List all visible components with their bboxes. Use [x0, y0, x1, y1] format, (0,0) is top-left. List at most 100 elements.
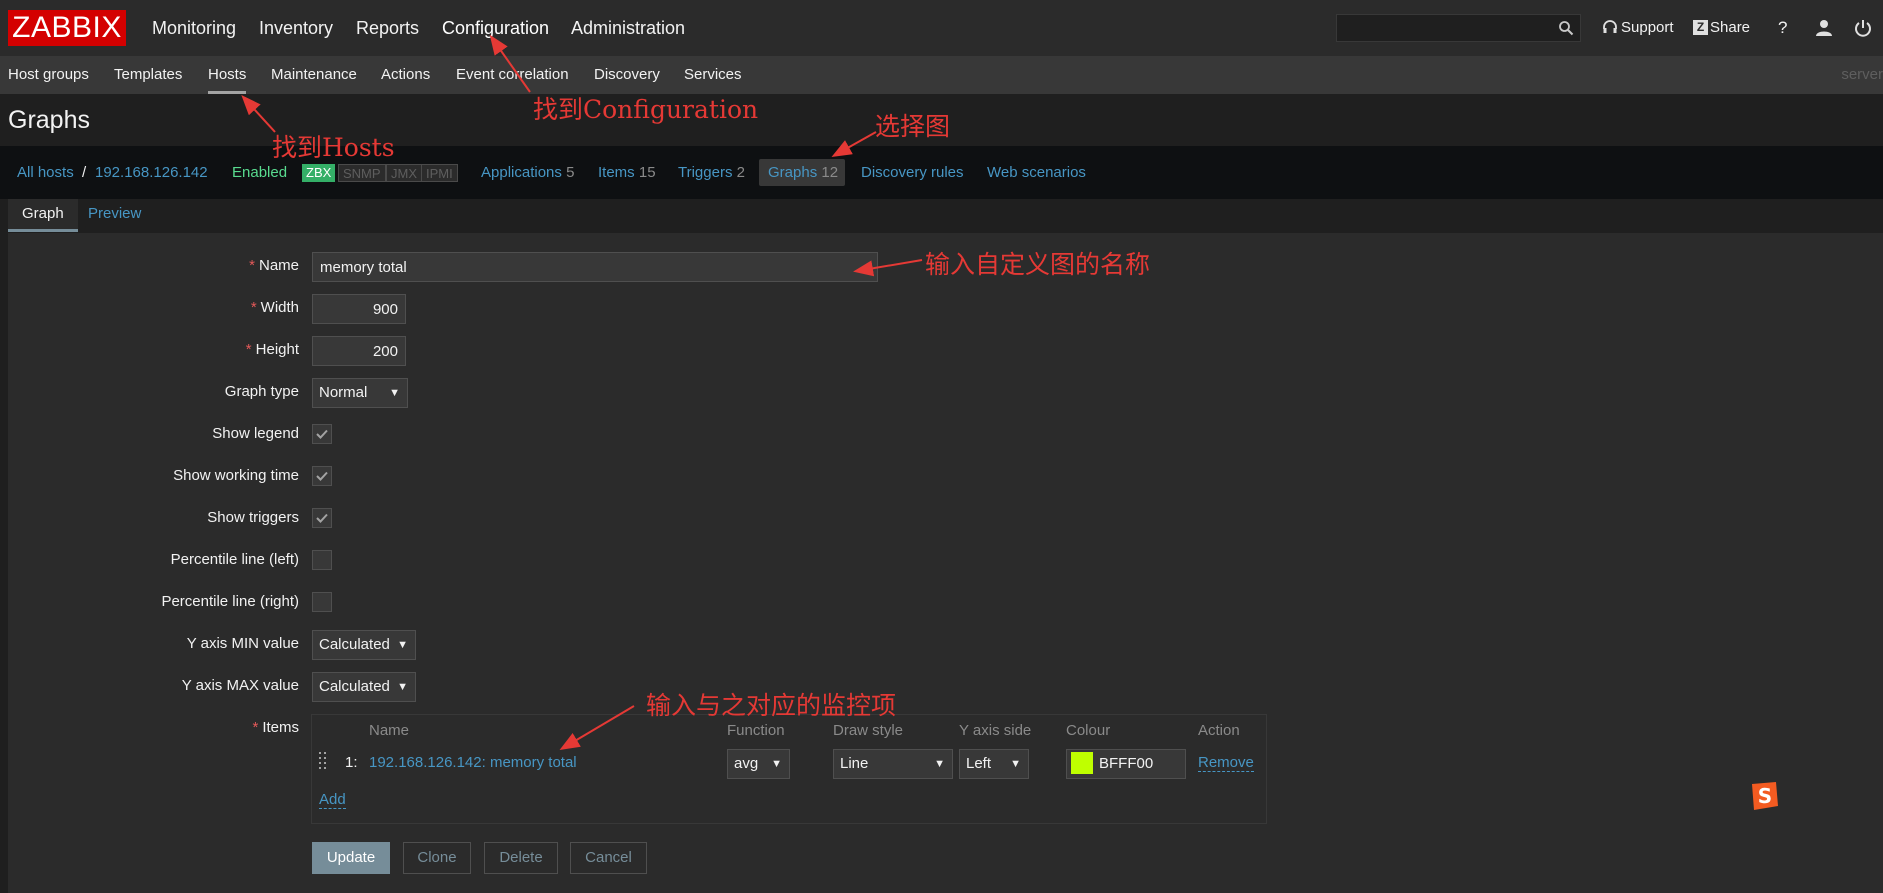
discovery-rules-link[interactable]: Discovery rules: [861, 146, 964, 199]
submenu-event-correlation[interactable]: Event correlation: [456, 57, 569, 94]
dropdown-arrow-icon: ▼: [389, 387, 400, 399]
items-link[interactable]: Items 15: [598, 146, 656, 199]
top-bar: ZABBIX Monitoring Inventory Reports Conf…: [0, 0, 1883, 57]
applications-label: Applications: [481, 164, 562, 181]
headset-icon[interactable]: [1602, 19, 1618, 35]
annotation-graphs: 选择图: [875, 112, 951, 141]
submenu-hosts[interactable]: Hosts: [208, 57, 247, 94]
share-link[interactable]: Share: [1710, 0, 1750, 56]
items-count: 15: [638, 164, 656, 181]
percentile-right-label: Percentile line (right): [161, 593, 299, 610]
graphs-link[interactable]: Graphs 12: [768, 146, 838, 199]
annotation-items: 输入与之对应的监控项: [646, 691, 897, 720]
zabbix-logo[interactable]: ZABBIX: [8, 10, 126, 46]
submenu-host-groups[interactable]: Host groups: [8, 57, 89, 94]
cancel-button[interactable]: Cancel: [570, 842, 647, 874]
submenu-actions[interactable]: Actions: [381, 57, 430, 94]
y-axis-max-select[interactable]: Calculated ▼: [312, 672, 416, 702]
submenu-maintenance[interactable]: Maintenance: [271, 57, 357, 94]
host-link[interactable]: 192.168.126.142: [95, 146, 208, 199]
graph-type-select[interactable]: Normal ▼: [312, 378, 408, 408]
availability-zbx-badge: ZBX: [302, 164, 336, 182]
item-y-axis-side-value: Left: [966, 755, 992, 772]
sign-out-icon[interactable]: [1853, 18, 1873, 38]
graphs-count: 12: [821, 164, 839, 181]
item-row-number: 1:: [345, 754, 358, 771]
applications-count: 5: [566, 164, 575, 181]
item-y-axis-side-select[interactable]: Left ▼: [959, 749, 1029, 779]
show-working-time-label: Show working time: [173, 467, 299, 484]
menu-monitoring[interactable]: Monitoring: [152, 0, 236, 56]
update-button[interactable]: Update: [312, 842, 390, 874]
sogou-input-icon[interactable]: S: [1746, 780, 1780, 812]
search-input[interactable]: [1336, 14, 1581, 42]
triggers-link[interactable]: Triggers 2: [678, 146, 745, 199]
show-triggers-checkbox[interactable]: [312, 508, 332, 528]
search-icon[interactable]: [1558, 20, 1574, 36]
items-header-colour: Colour: [1066, 722, 1111, 739]
annotation-name: 输入自定义图的名称: [925, 250, 1151, 279]
item-name-link[interactable]: 192.168.126.142: memory total: [369, 754, 577, 771]
page-title: Graphs: [8, 106, 90, 134]
form-tabs: Graph Preview: [8, 199, 1883, 234]
menu-configuration[interactable]: Configuration: [442, 0, 549, 56]
dropdown-arrow-icon: ▼: [397, 681, 408, 693]
breadcrumb-separator: /: [82, 164, 87, 181]
item-function-select[interactable]: avg ▼: [727, 749, 790, 779]
share-z-icon[interactable]: Z: [1693, 20, 1708, 35]
delete-button[interactable]: Delete: [484, 842, 558, 874]
remove-item-link[interactable]: Remove: [1198, 754, 1254, 772]
name-input[interactable]: [312, 252, 878, 282]
y-axis-min-label: Y axis MIN value: [186, 635, 299, 652]
menu-reports[interactable]: Reports: [356, 0, 419, 56]
dropdown-arrow-icon: ▼: [771, 758, 782, 770]
item-function-value: avg: [734, 755, 759, 772]
annotation-configuration: 找到Configuration: [533, 95, 759, 124]
applications-link[interactable]: Applications 5: [481, 146, 574, 199]
graphs-label: Graphs: [768, 164, 818, 181]
percentile-left-checkbox[interactable]: [312, 550, 332, 570]
name-label: * Name: [249, 257, 299, 274]
clone-button[interactable]: Clone: [403, 842, 471, 874]
all-hosts-link[interactable]: All hosts: [17, 146, 74, 199]
submenu-services[interactable]: Services: [684, 57, 742, 94]
items-header-action: Action: [1198, 722, 1240, 739]
user-profile-icon[interactable]: [1814, 18, 1834, 38]
checkmark-icon: [316, 429, 328, 439]
required-mark: *: [250, 299, 257, 316]
show-triggers-label: Show triggers: [207, 509, 299, 526]
y-axis-max-value: Calculated: [319, 678, 390, 695]
annotation-hosts: 找到Hosts: [272, 133, 395, 162]
add-item-link[interactable]: Add: [319, 791, 346, 809]
percentile-left-label: Percentile line (left): [170, 551, 299, 568]
items-header-draw-style: Draw style: [833, 722, 904, 739]
availability-ipmi-badge: IPMI: [421, 164, 458, 182]
item-draw-style-select[interactable]: Line ▼: [833, 749, 953, 779]
height-label: * Height: [246, 341, 299, 358]
help-icon[interactable]: ?: [1778, 0, 1787, 56]
drag-handle-icon[interactable]: [318, 751, 328, 773]
tab-preview[interactable]: Preview: [74, 199, 155, 232]
items-label-text: Items: [262, 719, 299, 736]
width-input[interactable]: [312, 294, 406, 324]
y-axis-max-label: Y axis MAX value: [181, 677, 299, 694]
colour-swatch[interactable]: [1071, 752, 1093, 774]
web-scenarios-link[interactable]: Web scenarios: [987, 146, 1086, 199]
y-axis-min-value: Calculated: [319, 636, 390, 653]
percentile-right-checkbox[interactable]: [312, 592, 332, 612]
menu-administration[interactable]: Administration: [571, 0, 685, 56]
show-working-time-checkbox[interactable]: [312, 466, 332, 486]
tab-graph[interactable]: Graph: [8, 199, 78, 232]
support-link[interactable]: Support: [1621, 0, 1674, 56]
height-input[interactable]: [312, 336, 406, 366]
required-mark: *: [252, 719, 259, 736]
show-legend-checkbox[interactable]: [312, 424, 332, 444]
submenu-templates[interactable]: Templates: [114, 57, 182, 94]
checkmark-icon: [316, 513, 328, 523]
graph-type-label: Graph type: [224, 383, 299, 400]
triggers-label: Triggers: [678, 164, 733, 181]
submenu-discovery[interactable]: Discovery: [594, 57, 660, 94]
availability-snmp-badge: SNMP: [338, 164, 386, 182]
menu-inventory[interactable]: Inventory: [259, 0, 333, 56]
y-axis-min-select[interactable]: Calculated ▼: [312, 630, 416, 660]
